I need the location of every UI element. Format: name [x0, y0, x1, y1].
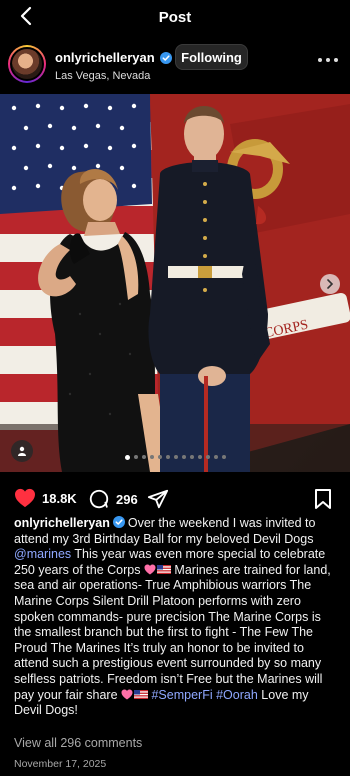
carousel-dot[interactable] — [133, 455, 138, 459]
chevron-right-icon — [327, 279, 334, 289]
carousel-dot[interactable] — [213, 455, 218, 459]
more-horizontal-icon — [318, 58, 322, 62]
bookmark-icon — [315, 489, 331, 509]
us-flag-emoji-icon — [134, 689, 148, 699]
mention-link[interactable]: @marines — [14, 547, 71, 561]
username-row: onlyrichelleryan • — [55, 50, 184, 65]
view-all-comments-link[interactable]: View all 296 comments — [14, 736, 142, 750]
comment-count: 296 — [116, 491, 138, 507]
send-icon — [147, 489, 169, 509]
comment-bubble-icon — [89, 489, 109, 509]
carousel-dot[interactable] — [189, 455, 194, 459]
share-button[interactable] — [147, 488, 169, 510]
hashtag-link[interactable]: #Oorah — [216, 688, 258, 702]
carousel-dot[interactable] — [165, 455, 170, 459]
avatar[interactable] — [8, 45, 46, 83]
like-count: 18.8K — [42, 490, 77, 506]
back-button[interactable] — [14, 4, 38, 28]
comment-button[interactable]: 296 — [88, 488, 138, 510]
post-caption: onlyrichelleryan Over the weekend I was i… — [14, 516, 338, 719]
location-link[interactable]: Las Vegas, Nevada — [55, 70, 150, 82]
carousel-dot[interactable] — [124, 454, 130, 460]
more-dot — [326, 58, 330, 62]
caption-text: Marines are trained for land, sea and ai… — [14, 562, 331, 702]
heart-icon — [15, 488, 35, 508]
carousel-dot[interactable] — [197, 455, 202, 459]
username-link[interactable]: onlyrichelleryan — [55, 50, 155, 65]
carousel-next-button[interactable] — [320, 274, 340, 294]
pink-heart-emoji-icon — [144, 564, 156, 575]
caption-username[interactable]: onlyrichelleryan — [14, 516, 110, 530]
following-button[interactable]: Following — [175, 44, 248, 70]
save-button[interactable] — [314, 488, 332, 510]
post-date: November 17, 2025 — [14, 758, 107, 770]
like-button[interactable]: 18.8K — [14, 488, 77, 508]
page-title: Post — [158, 8, 192, 26]
us-flag-emoji-icon — [156, 564, 171, 574]
more-options-button[interactable] — [318, 54, 338, 66]
carousel-indicator — [0, 454, 350, 460]
carousel-dot[interactable] — [149, 455, 154, 459]
post-header: onlyrichelleryan • Following Las Vegas, … — [0, 40, 350, 90]
chevron-left-icon — [20, 6, 32, 26]
carousel-dot[interactable] — [205, 455, 210, 459]
verified-badge-icon — [112, 516, 125, 528]
carousel-dot[interactable] — [181, 455, 186, 459]
carousel-dot[interactable] — [141, 455, 146, 459]
photo-illustration: CORPS — [0, 94, 350, 472]
carousel-dot[interactable] — [173, 455, 178, 459]
pink-heart-emoji-icon — [121, 689, 133, 700]
avatar-image — [10, 47, 44, 81]
hashtag-link[interactable]: #SemperFi — [151, 688, 212, 702]
verified-badge-icon — [159, 51, 172, 64]
top-bar: Post — [0, 0, 350, 34]
post-photo[interactable]: CORPS — [0, 94, 350, 472]
action-bar: 18.8K 296 — [0, 488, 350, 512]
carousel-dot[interactable] — [157, 455, 162, 459]
carousel-dot[interactable] — [221, 455, 226, 459]
more-dot — [334, 58, 338, 62]
